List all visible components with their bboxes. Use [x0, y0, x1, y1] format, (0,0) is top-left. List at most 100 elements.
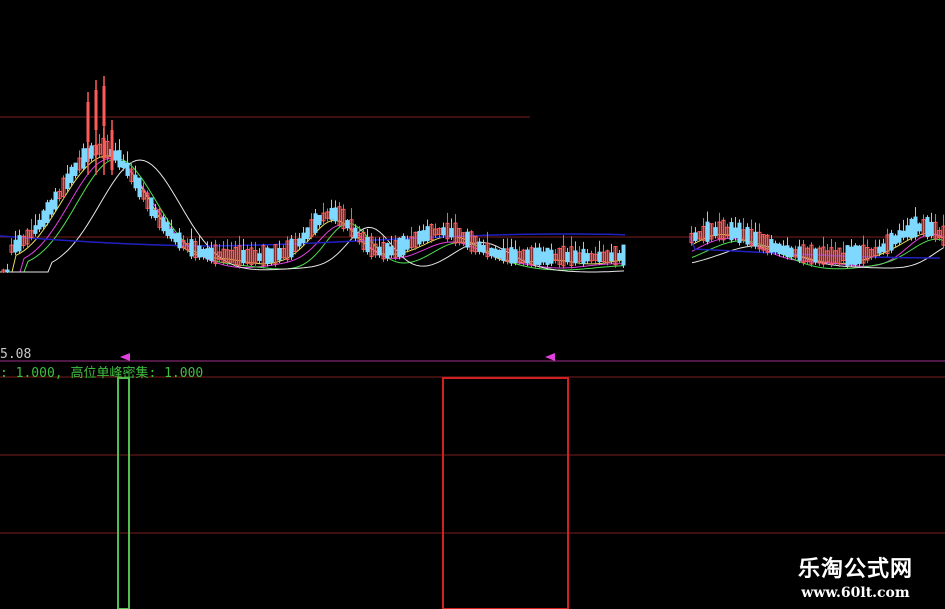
candle-body [901, 230, 906, 238]
candle-body [497, 249, 502, 259]
candle-body [329, 207, 334, 220]
candle-body [533, 247, 538, 265]
candle-body [465, 231, 470, 248]
candle-body [909, 218, 914, 239]
signal-bar-red [442, 377, 569, 609]
candle-body [137, 177, 142, 198]
candle-body [102, 86, 106, 126]
watermark-title: 乐淘公式网 [797, 556, 913, 582]
candle-body [501, 248, 506, 261]
candle-body [297, 238, 302, 247]
candle-body [929, 221, 934, 237]
marker-arrow [545, 353, 555, 361]
candle-body [365, 236, 370, 253]
candle-body [197, 245, 202, 258]
candle-body [537, 247, 542, 266]
candle-body [165, 222, 170, 236]
candle-body [17, 235, 22, 252]
candle-body [153, 209, 158, 218]
watermark: 乐淘公式网 www.60lt.com [798, 551, 913, 601]
candle-body [893, 235, 898, 245]
candle-body [169, 228, 174, 239]
candle-body [881, 243, 886, 253]
candle-body [417, 230, 422, 245]
candle-body [845, 245, 850, 266]
candle-body [897, 230, 902, 243]
candle-body [877, 246, 882, 254]
candle-body [301, 232, 306, 244]
candle-body [113, 150, 118, 161]
candle-body [729, 222, 734, 241]
candle-body [125, 162, 130, 176]
candle-body [41, 210, 46, 227]
signal-bar-green [117, 377, 130, 609]
candle-body [401, 235, 406, 256]
candle-body [241, 249, 246, 264]
candle-body [581, 248, 586, 265]
candle-body [525, 249, 530, 264]
price-label: 5.08 [0, 347, 32, 362]
candle-body [305, 227, 310, 240]
candle-body [477, 241, 482, 252]
candle-body [745, 226, 750, 245]
candle-body [289, 238, 294, 258]
candle-body [913, 216, 918, 238]
candle-body [397, 237, 402, 257]
candle-body [489, 247, 494, 257]
candle-body [277, 247, 282, 261]
candle-body [73, 162, 78, 176]
candle-body [353, 227, 358, 239]
candle-body [117, 150, 122, 168]
candlestick-series [1, 76, 945, 273]
candle-body [333, 207, 338, 222]
candle-body [905, 225, 910, 238]
candle-body [421, 230, 426, 242]
candle-body [81, 148, 86, 169]
candle-body [549, 249, 554, 264]
candle-body [849, 246, 854, 265]
candle-body [917, 223, 922, 232]
candle-body [425, 226, 430, 242]
marker-arrow [120, 353, 130, 361]
candle-body [161, 217, 166, 232]
candle-body [94, 90, 98, 130]
candle-body [585, 253, 590, 262]
candle-body [385, 243, 390, 259]
candle-body [205, 248, 210, 260]
candle-body [789, 247, 794, 258]
candle-body [889, 232, 894, 251]
candle-body [481, 244, 486, 253]
candle-body [33, 225, 38, 234]
candle-body [621, 244, 626, 266]
candle-body [565, 251, 570, 263]
candle-body [541, 251, 546, 263]
candle-body [53, 191, 58, 210]
candle-body [513, 249, 518, 263]
candle-body [49, 199, 54, 215]
candle-body [265, 247, 270, 265]
candle-body [86, 102, 90, 142]
candle-body [753, 231, 758, 247]
candle-body [705, 221, 710, 242]
candle-body [389, 246, 394, 256]
candle-body [5, 269, 10, 273]
candle-body [777, 243, 782, 255]
indicator-values-text: : 1.000, 高位单峰密集: 1.000 [0, 366, 204, 381]
candle-body [110, 130, 114, 170]
candle-body [69, 166, 74, 184]
candle-body [189, 239, 194, 257]
candle-body [493, 248, 498, 258]
candle-body [317, 214, 322, 226]
candle-body [857, 245, 862, 264]
candle-body [45, 202, 50, 224]
candle-body [813, 248, 818, 263]
candle-body [449, 228, 454, 238]
chart-grid [0, 116, 945, 534]
candle-body [693, 232, 698, 241]
candle-body [345, 220, 350, 229]
candle-body [209, 247, 214, 261]
candle-body [617, 253, 622, 261]
candle-body [133, 174, 138, 189]
candle-body [733, 227, 738, 239]
candle-body [269, 248, 274, 263]
